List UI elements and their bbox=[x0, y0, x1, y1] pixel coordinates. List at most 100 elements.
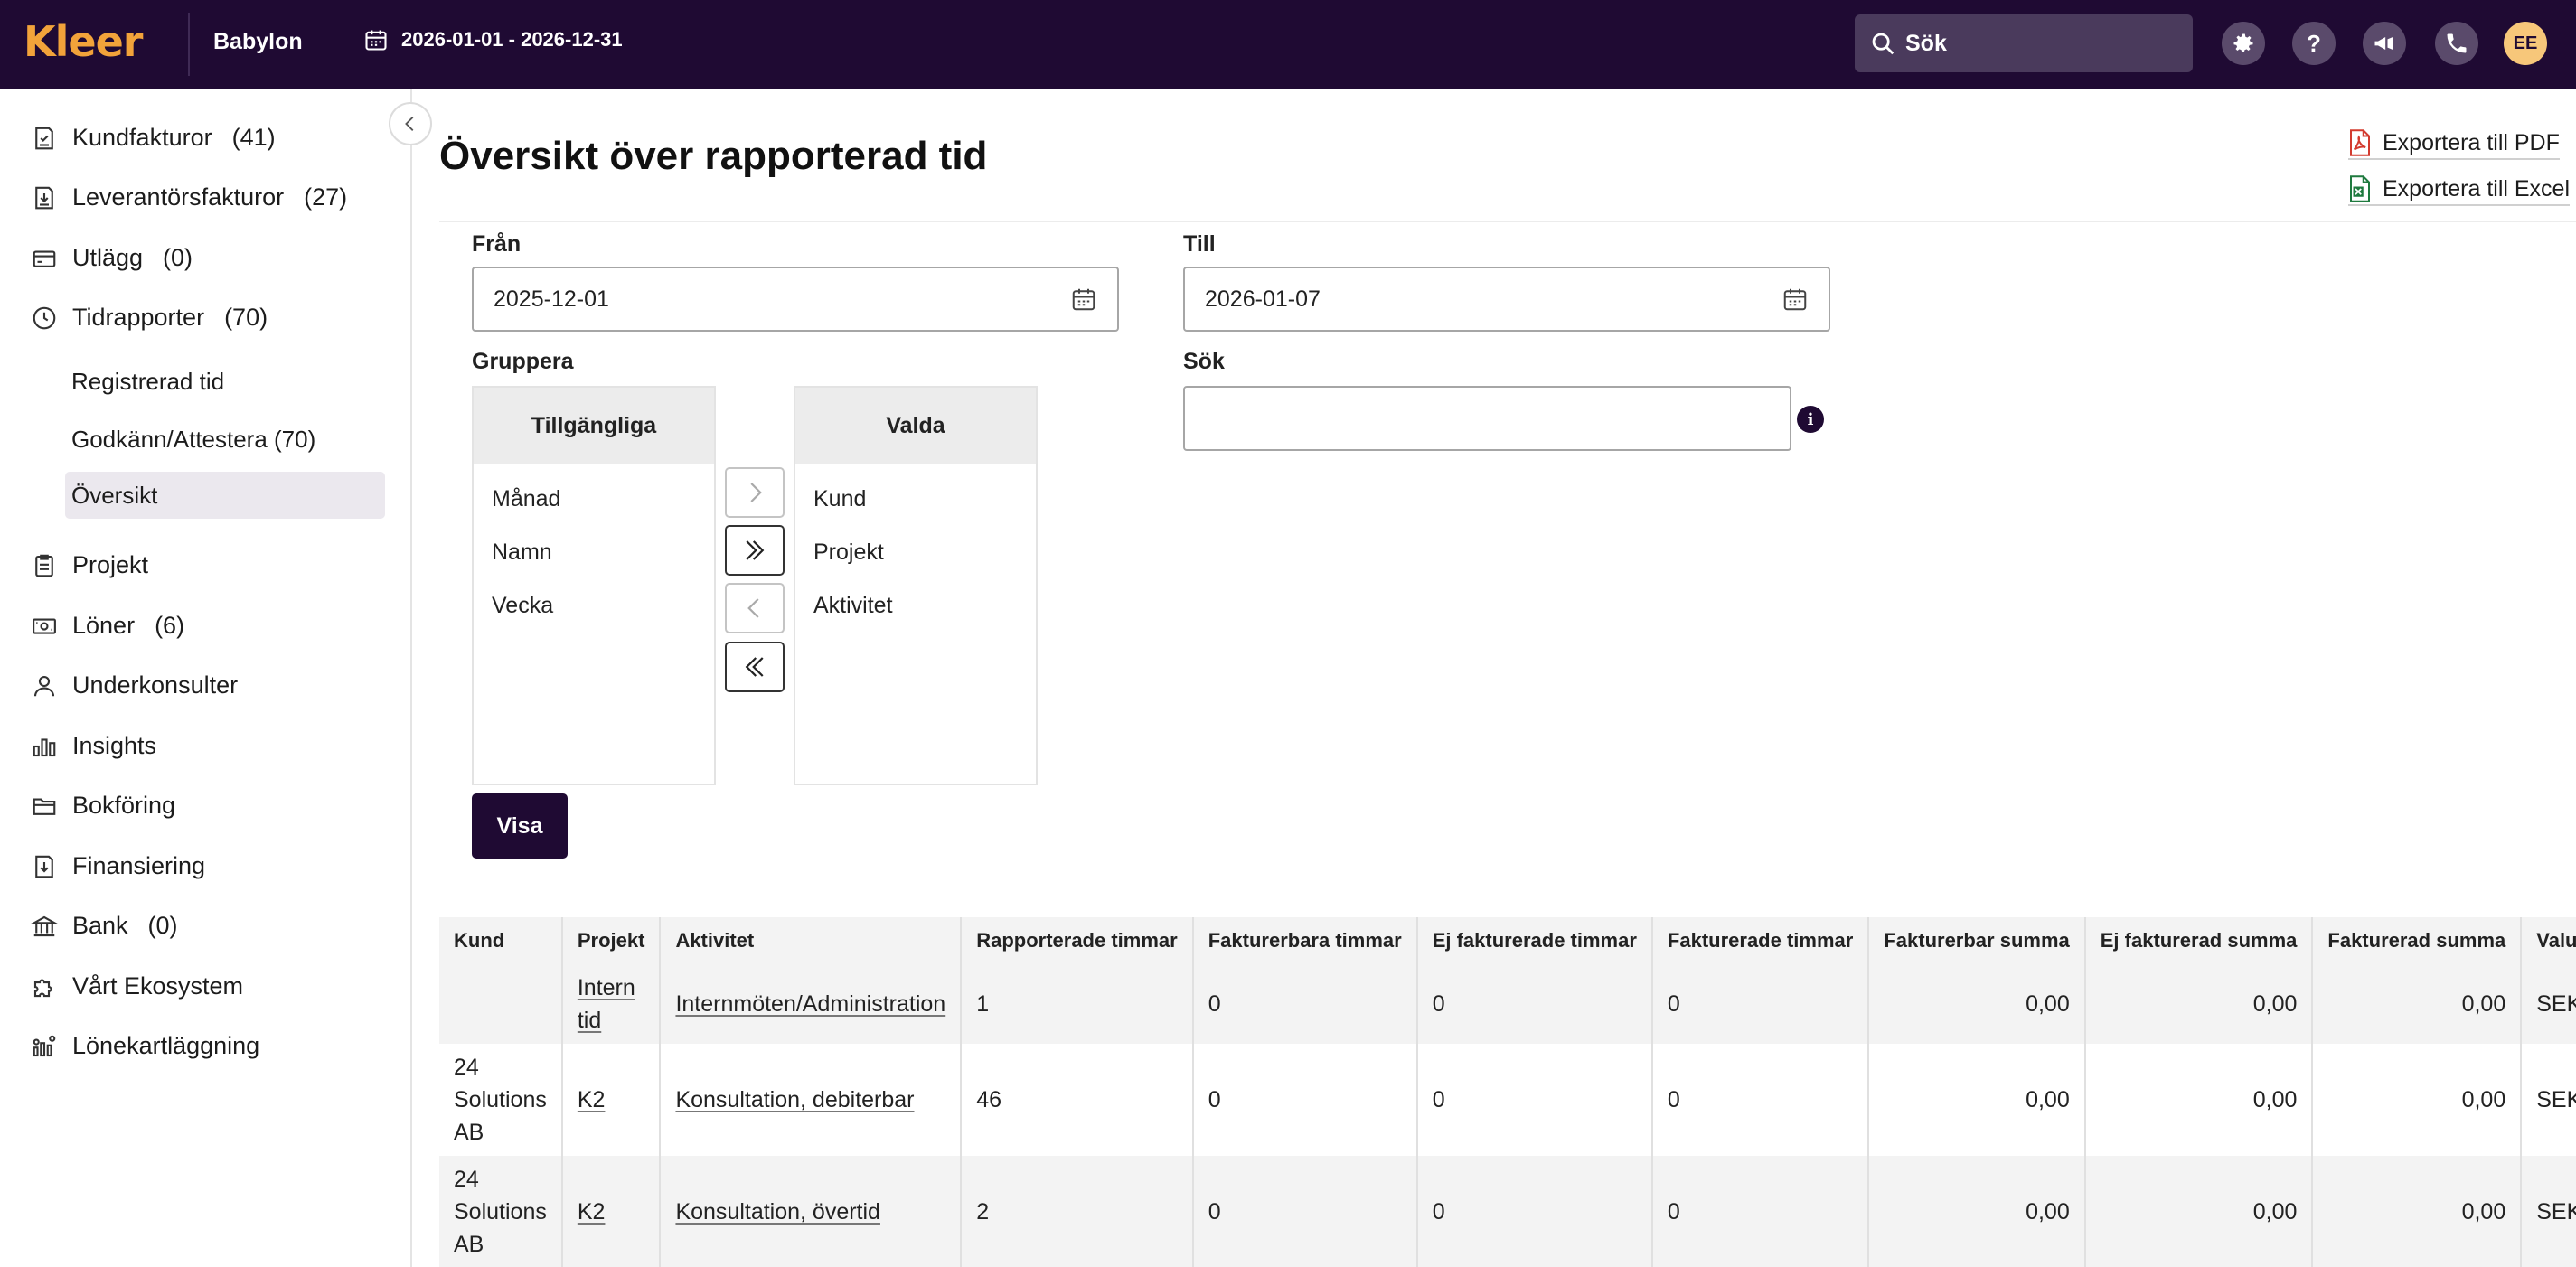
top-bar: Kleer Babylon 2026-01-01 - 2026-12-31 ? … bbox=[0, 0, 2576, 89]
cell-billed-sum: 0,00 bbox=[2312, 1044, 2523, 1156]
project-link[interactable]: K2 bbox=[578, 1087, 606, 1112]
cell-billable-sum: 0,00 bbox=[1868, 1044, 2086, 1156]
cell-billed-hours: 0 bbox=[1651, 1044, 1870, 1156]
money-box-icon bbox=[35, 855, 53, 878]
sidebar-item-kundfakturor[interactable]: Kundfakturor (41) bbox=[31, 124, 276, 152]
table-row: 24 Solutions AB K2 Konsultation, övertid… bbox=[439, 1156, 2576, 1267]
selected-item-activity[interactable]: Aktivitet bbox=[795, 579, 1036, 633]
column-header[interactable]: Kund bbox=[439, 917, 563, 964]
question-icon: ? bbox=[2307, 29, 2321, 57]
announcements-button[interactable] bbox=[2363, 22, 2406, 65]
kleer-logo[interactable]: Kleer bbox=[24, 16, 143, 67]
sidebar-item-insights[interactable]: Insights bbox=[31, 732, 156, 760]
cell-customer: 24 Solutions AB bbox=[439, 1156, 563, 1267]
cell-project[interactable]: Intern tid bbox=[561, 964, 662, 1044]
column-header[interactable]: Ej fakturerade timmar bbox=[1416, 917, 1653, 964]
sidebar-item-tidrapporter[interactable]: Tidrapporter (70) bbox=[31, 304, 268, 332]
sidebar-item-utlagg[interactable]: Utlägg (0) bbox=[31, 244, 193, 272]
supplier-invoice-icon bbox=[35, 186, 53, 209]
calendar-icon[interactable] bbox=[1070, 286, 1097, 313]
selected-list: Valda Kund Projekt Aktivitet bbox=[794, 386, 1038, 785]
person-icon bbox=[33, 675, 55, 696]
cell-reported-hours: 1 bbox=[961, 964, 1194, 1044]
sidebar-item-lonekartlaggning[interactable]: Lönekartläggning bbox=[31, 1032, 259, 1060]
activity-link[interactable]: Internmöten/Administration bbox=[675, 991, 945, 1017]
cell-billable-sum: 0,00 bbox=[1868, 964, 2086, 1044]
group-label: Gruppera bbox=[472, 349, 574, 374]
selected-item-customer[interactable]: Kund bbox=[795, 473, 1036, 526]
cell-activity[interactable]: Konsultation, övertid bbox=[660, 1156, 963, 1267]
info-icon[interactable]: i bbox=[1797, 406, 1824, 433]
available-item-name[interactable]: Namn bbox=[474, 526, 714, 579]
export-pdf-link[interactable]: Exportera till PDF bbox=[2348, 129, 2560, 160]
cell-activity[interactable]: Konsultation, debiterbar bbox=[660, 1044, 963, 1156]
cell-reported-hours: 2 bbox=[961, 1156, 1194, 1267]
phone-icon bbox=[2447, 33, 2467, 53]
column-header[interactable]: Fakturerbar summa bbox=[1868, 917, 2086, 964]
period-selector[interactable]: 2026-01-01 - 2026-12-31 bbox=[363, 27, 623, 52]
available-item-month[interactable]: Månad bbox=[474, 473, 714, 526]
excel-icon bbox=[2350, 175, 2370, 202]
calendar-icon[interactable] bbox=[1782, 286, 1809, 313]
title-divider bbox=[439, 221, 2576, 222]
sidebar-subitem-godkann[interactable]: Godkänn/Attestera (70) bbox=[65, 416, 385, 463]
activity-link[interactable]: Konsultation, debiterbar bbox=[675, 1087, 914, 1112]
sidebar-item-vart-ekosystem[interactable]: Vårt Ekosystem bbox=[31, 972, 243, 1000]
sidebar-item-projekt[interactable]: Projekt bbox=[31, 551, 148, 579]
column-header[interactable]: Projekt bbox=[561, 917, 662, 964]
column-header[interactable]: Fakturerbara timmar bbox=[1192, 917, 1418, 964]
cell-activity[interactable]: Internmöten/Administration bbox=[660, 964, 963, 1044]
user-avatar[interactable]: EE bbox=[2504, 22, 2547, 65]
move-all-right-button[interactable] bbox=[725, 525, 785, 576]
cell-billed-hours: 0 bbox=[1651, 964, 1870, 1044]
move-right-button[interactable] bbox=[725, 467, 785, 518]
sidebar-item-bokforing[interactable]: Bokföring bbox=[31, 792, 175, 820]
project-link[interactable]: Intern tid bbox=[578, 975, 635, 1033]
help-button[interactable]: ? bbox=[2292, 22, 2336, 65]
export-excel-link[interactable]: Exportera till Excel bbox=[2348, 175, 2571, 206]
column-header[interactable]: Rapporterade timmar bbox=[961, 917, 1194, 964]
cell-project[interactable]: K2 bbox=[561, 1044, 662, 1156]
column-header[interactable]: Ej fakturerad summa bbox=[2084, 917, 2314, 964]
cell-currency: SEK bbox=[2521, 964, 2576, 1044]
cell-billed-hours: 0 bbox=[1651, 1156, 1870, 1267]
chevron-left-icon bbox=[405, 117, 414, 131]
selected-item-project[interactable]: Projekt bbox=[795, 526, 1036, 579]
show-button[interactable]: Visa bbox=[472, 793, 568, 859]
column-header[interactable]: Fakturerade timmar bbox=[1651, 917, 1870, 964]
cell-currency: SEK bbox=[2521, 1156, 2576, 1267]
sidebar-item-finansiering[interactable]: Finansiering bbox=[31, 852, 205, 880]
sidebar-item-bank[interactable]: Bank (0) bbox=[31, 912, 178, 940]
report-table: Kund Projekt Aktivitet Rapporterade timm… bbox=[439, 917, 2576, 1267]
column-header[interactable]: Fakturerad summa bbox=[2312, 917, 2523, 964]
to-date-field[interactable]: 2026-01-07 bbox=[1183, 267, 1830, 332]
from-date-value: 2025-12-01 bbox=[494, 286, 609, 312]
sidebar-subitem-registrerad-tid[interactable]: Registrerad tid bbox=[65, 358, 385, 405]
global-search-input[interactable] bbox=[1905, 30, 2176, 57]
search-input[interactable] bbox=[1183, 386, 1791, 451]
cell-unbilled-sum: 0,00 bbox=[2084, 1044, 2314, 1156]
project-link[interactable]: K2 bbox=[578, 1199, 606, 1225]
page-title: Översikt över rapporterad tid bbox=[439, 134, 988, 178]
column-header[interactable]: Valuta bbox=[2521, 917, 2576, 964]
company-name[interactable]: Babylon bbox=[213, 29, 303, 55]
cell-unbilled-sum: 0,00 bbox=[2084, 964, 2314, 1044]
sidebar-subitem-oversikt[interactable]: Översikt bbox=[65, 472, 385, 519]
available-item-week[interactable]: Vecka bbox=[474, 579, 714, 633]
settings-button[interactable] bbox=[2222, 22, 2265, 65]
table-row: 24 Solutions AB K2 Konsultation, debiter… bbox=[439, 1044, 2576, 1156]
move-all-left-button[interactable] bbox=[725, 642, 785, 692]
move-left-button[interactable] bbox=[725, 583, 785, 634]
sidebar-item-leverantorsfakturor[interactable]: Leverantörsfakturor (27) bbox=[31, 183, 347, 211]
column-header[interactable]: Aktivitet bbox=[660, 917, 963, 964]
cell-project[interactable]: K2 bbox=[561, 1156, 662, 1267]
global-search[interactable] bbox=[1855, 14, 2193, 72]
activity-link[interactable]: Konsultation, övertid bbox=[675, 1199, 880, 1225]
sidebar-item-loner[interactable]: Löner (6) bbox=[31, 612, 184, 640]
from-date-field[interactable]: 2025-12-01 bbox=[472, 267, 1119, 332]
period-text: 2026-01-01 - 2026-12-31 bbox=[401, 28, 623, 51]
collapse-sidebar-button[interactable] bbox=[389, 102, 432, 145]
contact-button[interactable] bbox=[2435, 22, 2478, 65]
cell-unbilled-hours: 0 bbox=[1416, 964, 1653, 1044]
sidebar-item-underkonsulter[interactable]: Underkonsulter bbox=[31, 671, 238, 699]
